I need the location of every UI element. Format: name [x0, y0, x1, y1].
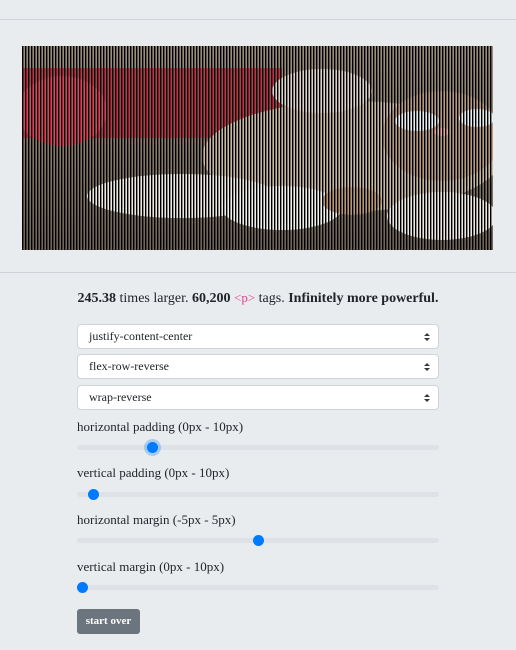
horizontal-padding-label: horizontal padding (0px - 10px) — [77, 419, 244, 434]
tag-count: 60,200 — [191, 291, 231, 306]
tags-text: tags. — [255, 291, 289, 306]
flex-direction-value: flex-row-reverse — [89, 359, 169, 373]
size-ratio: 245.38 — [77, 291, 117, 306]
p-tag-code: <p> — [233, 290, 256, 305]
justify-content-select[interactable]: justify-content-center — [77, 324, 439, 349]
horizontal-padding-thumb[interactable] — [147, 442, 159, 453]
justify-content-value: justify-content-center — [89, 329, 193, 343]
horizontal-margin-thumb[interactable] — [253, 535, 264, 546]
stats-caption: 245.38 times larger. 60,200 <p> tags. In… — [0, 289, 516, 308]
flex-direction-select[interactable]: flex-row-reverse — [77, 354, 439, 379]
vertical-padding-slider[interactable] — [77, 489, 439, 500]
start-over-button[interactable]: start over — [77, 609, 140, 634]
top-divider — [0, 19, 516, 20]
mid-divider — [0, 272, 516, 273]
select-arrows-icon — [424, 333, 430, 341]
flex-wrap-select[interactable]: wrap-reverse — [77, 385, 439, 410]
horizontal-margin-slider[interactable] — [77, 535, 439, 546]
vertical-margin-slider[interactable] — [77, 582, 439, 593]
select-arrows-icon — [424, 394, 430, 402]
horizontal-padding-slider[interactable] — [77, 442, 439, 453]
vertical-margin-label: vertical margin (0px - 10px) — [77, 559, 225, 574]
flex-wrap-value: wrap-reverse — [89, 390, 152, 404]
tagline: Infinitely more powerful. — [288, 291, 439, 306]
vertical-padding-thumb[interactable] — [87, 489, 99, 500]
striped-kitten-image — [22, 46, 493, 250]
vertical-margin-thumb[interactable] — [77, 582, 88, 593]
horizontal-margin-label: horizontal margin (-5px - 5px) — [77, 512, 236, 527]
vertical-padding-label: vertical padding (0px - 10px) — [77, 465, 230, 480]
select-arrows-icon — [424, 363, 430, 371]
ratio-text: times larger. — [116, 291, 192, 306]
